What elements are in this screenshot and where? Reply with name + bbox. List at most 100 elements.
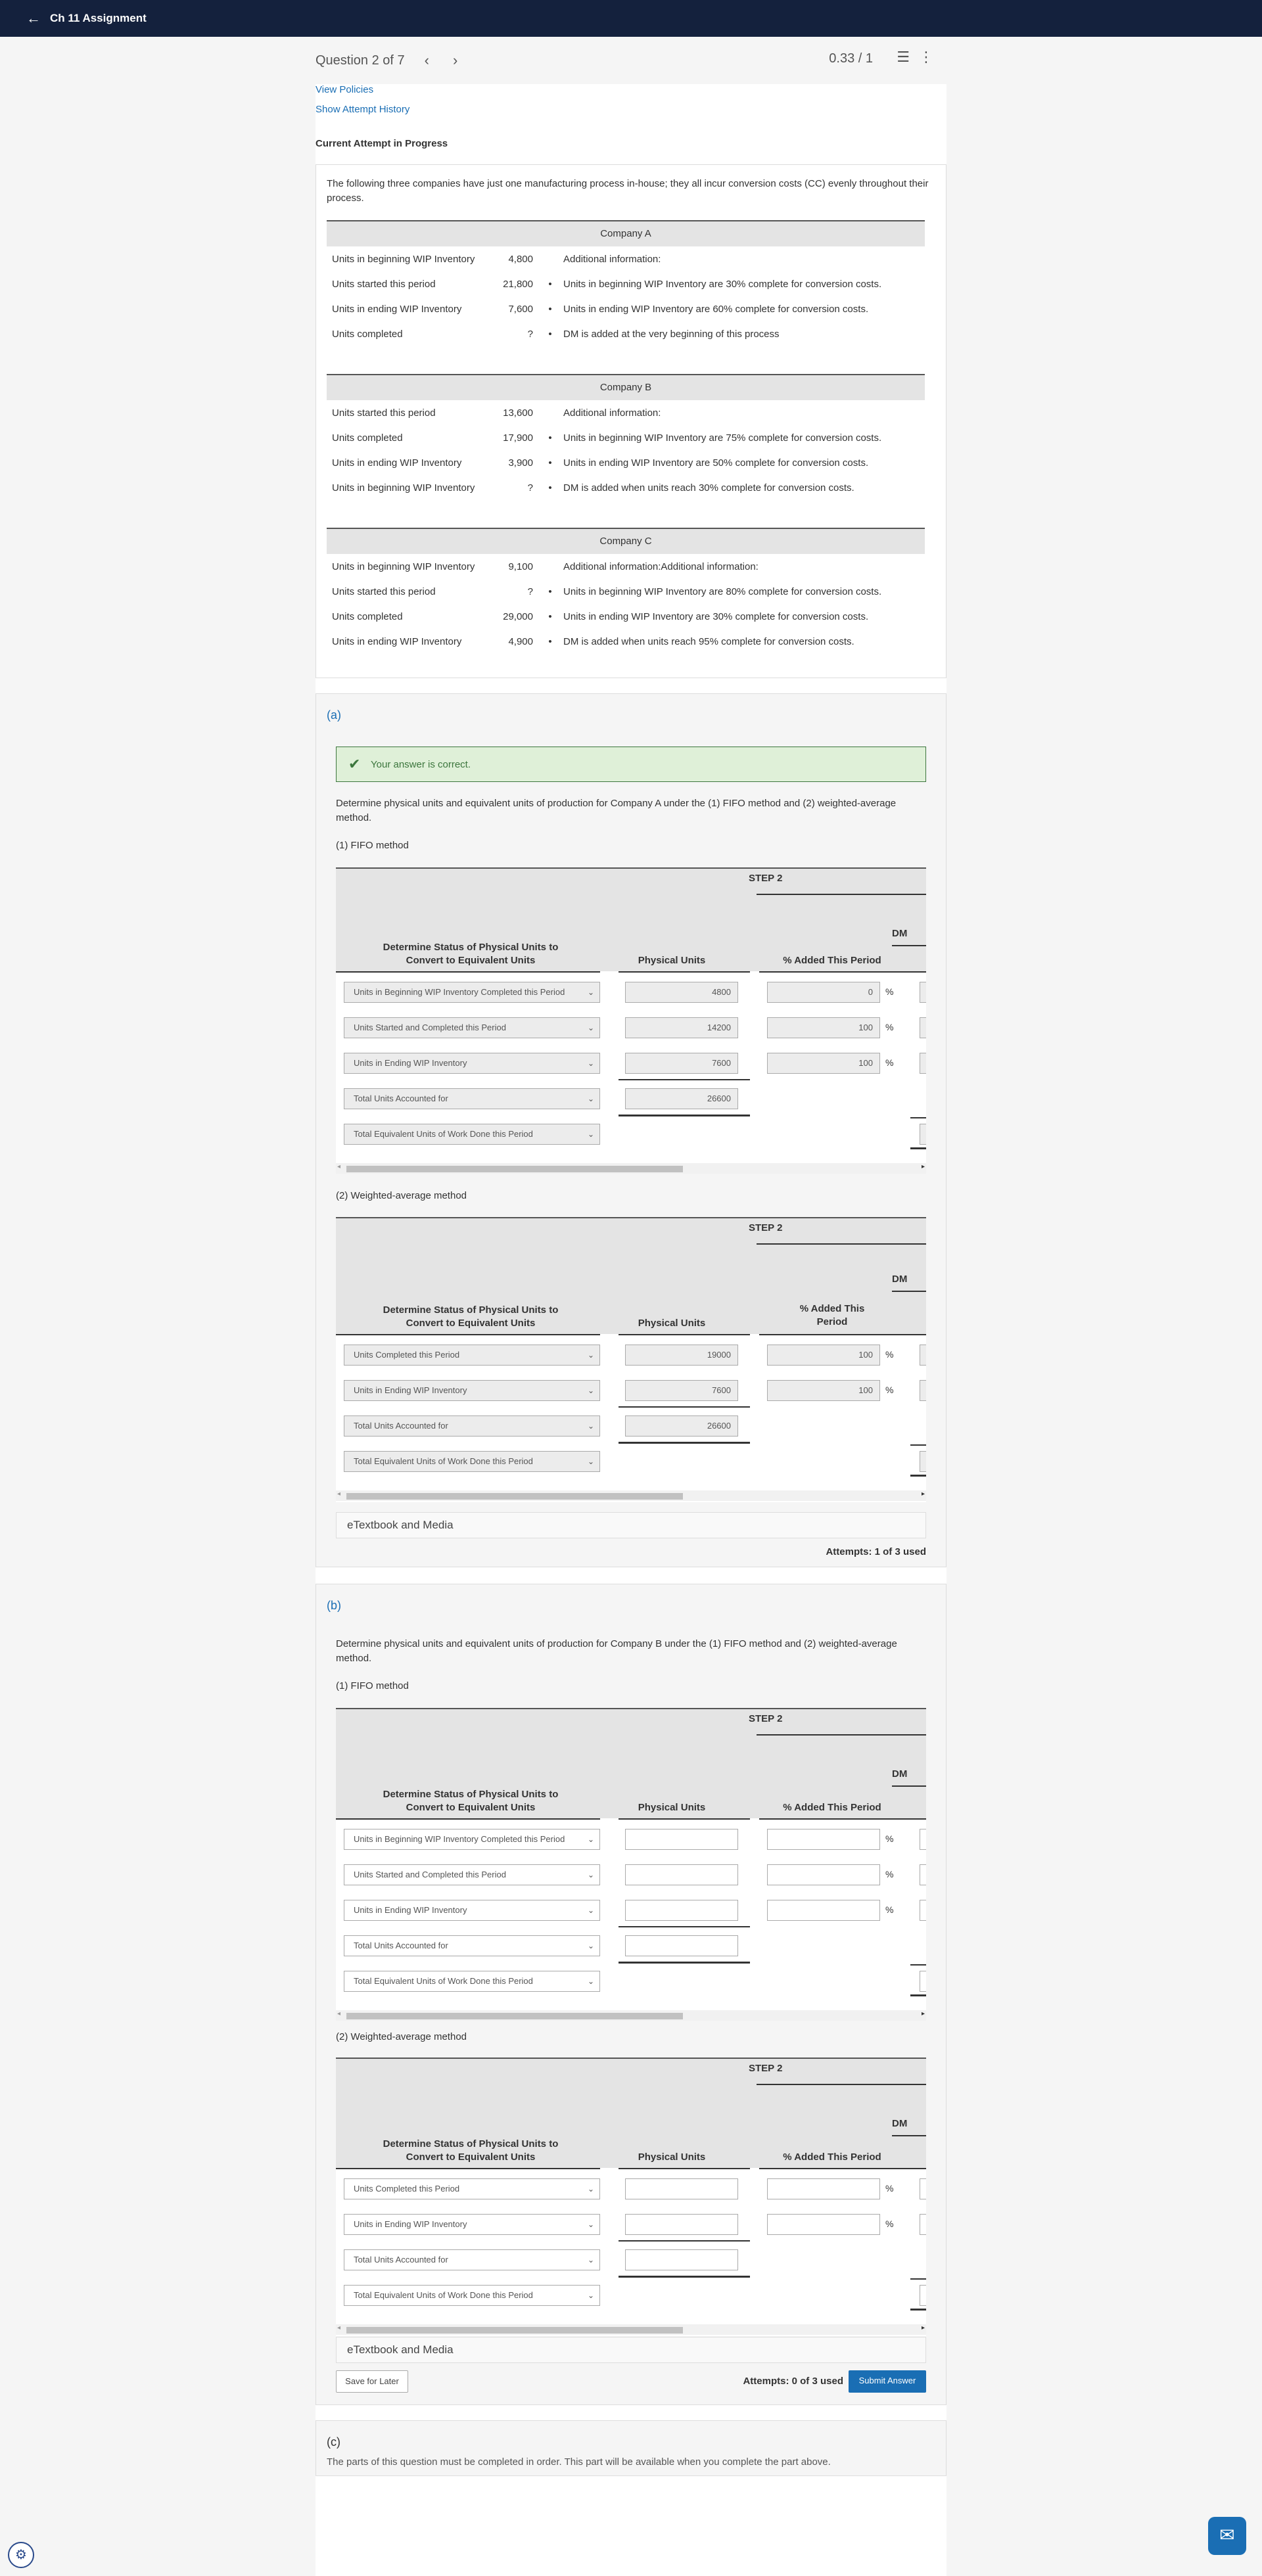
physical-units-input[interactable]: 26600: [625, 1088, 738, 1109]
pct-added-input[interactable]: [767, 1900, 880, 1921]
pct-added-input[interactable]: 0: [767, 982, 880, 1003]
status-select[interactable]: Units in Beginning WIP Inventory Complet…: [344, 982, 600, 1003]
scroll-left-icon[interactable]: ◂: [337, 2324, 340, 2332]
status-select[interactable]: Units in Ending WIP Inventory ⌄: [344, 2214, 600, 2235]
dm-eu-input[interactable]: [920, 1380, 926, 1401]
more-vertical-icon[interactable]: ⋮: [919, 49, 933, 66]
physical-units-input[interactable]: 4800: [625, 982, 738, 1003]
dm-total-eu-input[interactable]: [920, 2285, 926, 2306]
status-select[interactable]: Units Completed this Period ⌄: [344, 1345, 600, 1366]
select-value: Units Completed this Period: [354, 1350, 460, 1360]
status-select[interactable]: Units in Ending WIP Inventory ⌄: [344, 1900, 600, 1921]
physical-units-input[interactable]: [625, 1935, 738, 1956]
scroll-left-icon[interactable]: ◂: [337, 1163, 340, 1170]
arrow-left-icon[interactable]: ←: [26, 10, 41, 27]
physical-units-input[interactable]: 26600: [625, 1415, 738, 1437]
select-value: Total Units Accounted for: [354, 1421, 448, 1431]
row-label: Units in ending WIP Inventory: [332, 457, 462, 469]
dm-eu-input[interactable]: [920, 1017, 926, 1038]
view-policies-link[interactable]: View Policies: [316, 84, 373, 95]
physical-units-input[interactable]: [625, 1864, 738, 1885]
row-info: DM is added when units reach 95% complet…: [563, 635, 854, 647]
physical-units-input[interactable]: [625, 2249, 738, 2270]
dm-eu-input[interactable]: [920, 1345, 926, 1366]
status-select[interactable]: Total Equivalent Units of Work Done this…: [344, 1451, 600, 1472]
chat-icon[interactable]: ✉: [1208, 2517, 1246, 2555]
pct-added-input[interactable]: [767, 2178, 880, 2199]
dm-eu-input[interactable]: [920, 2214, 926, 2235]
scrollbar-thumb[interactable]: [346, 1166, 683, 1172]
status-column-header: Determine Status of Physical Units to Co…: [383, 1304, 559, 1329]
physical-units-input[interactable]: 7600: [625, 1053, 738, 1074]
assignment-title[interactable]: Ch 11 Assignment: [50, 12, 147, 25]
scroll-right-icon[interactable]: ▸: [922, 2324, 925, 2332]
dm-eu-input[interactable]: [920, 2178, 926, 2199]
submit-answer-button[interactable]: Submit Answer: [849, 2370, 926, 2393]
status-select[interactable]: Units Started and Completed this Period ⌄: [344, 1864, 600, 1885]
header-underline: [619, 1334, 750, 1335]
chevron-left-icon[interactable]: ‹: [425, 52, 429, 69]
attempts-count: Attempts: 1 of 3 used: [826, 1546, 926, 1557]
scrollbar-thumb[interactable]: [346, 2327, 683, 2334]
physical-units-input[interactable]: [625, 1829, 738, 1850]
scrollbar-thumb[interactable]: [346, 1493, 683, 1500]
save-for-later-button[interactable]: Save for Later: [336, 2370, 408, 2393]
dm-eu-input[interactable]: [920, 1053, 926, 1074]
pct-added-input[interactable]: 100: [767, 1017, 880, 1038]
scroll-right-icon[interactable]: ▸: [922, 1163, 925, 1170]
physical-units-input[interactable]: [625, 2178, 738, 2199]
chevron-down-icon: ⌄: [587, 1457, 594, 1466]
status-select[interactable]: Total Equivalent Units of Work Done this…: [344, 2285, 600, 2306]
status-select[interactable]: Units Completed this Period ⌄: [344, 2178, 600, 2199]
total-eu-overline: [910, 1964, 926, 1966]
dm-eu-input[interactable]: [920, 1864, 926, 1885]
chevron-right-icon[interactable]: ›: [453, 52, 457, 69]
pct-added-input[interactable]: 100: [767, 1380, 880, 1401]
dm-total-eu-input[interactable]: [920, 1124, 926, 1145]
pct-added-input[interactable]: [767, 2214, 880, 2235]
dm-eu-input[interactable]: [920, 1829, 926, 1850]
scroll-right-icon[interactable]: ▸: [922, 1490, 925, 1498]
status-select[interactable]: Total Units Accounted for ⌄: [344, 1088, 600, 1109]
physical-units-input[interactable]: 7600: [625, 1380, 738, 1401]
physical-units-input[interactable]: 14200: [625, 1017, 738, 1038]
status-select[interactable]: Units Started and Completed this Period ⌄: [344, 1017, 600, 1038]
row-label: Units started this period: [332, 278, 436, 290]
pct-added-input[interactable]: [767, 1829, 880, 1850]
scroll-right-icon[interactable]: ▸: [922, 2010, 925, 2017]
etextbook-link[interactable]: eTextbook and Media: [336, 2337, 926, 2363]
horizontal-scrollbar[interactable]: ◂ ▸: [336, 1163, 926, 1174]
physical-units-input[interactable]: [625, 1900, 738, 1921]
horizontal-scrollbar[interactable]: ◂ ▸: [336, 2010, 926, 2021]
scroll-left-icon[interactable]: ◂: [337, 1490, 340, 1498]
check-icon: ✔: [348, 756, 361, 772]
total-eu-underline: [910, 1994, 926, 1996]
dm-eu-input[interactable]: [920, 1900, 926, 1921]
cookie-settings-icon[interactable]: ⚙: [8, 2542, 34, 2568]
status-select[interactable]: Units in Ending WIP Inventory ⌄: [344, 1380, 600, 1401]
physical-units-input[interactable]: [625, 2214, 738, 2235]
status-select[interactable]: Units in Ending WIP Inventory ⌄: [344, 1053, 600, 1074]
list-icon[interactable]: ☰: [897, 49, 910, 66]
status-select[interactable]: Total Units Accounted for ⌄: [344, 2249, 600, 2270]
dm-total-eu-input[interactable]: [920, 1451, 926, 1472]
dm-eu-input[interactable]: [920, 982, 926, 1003]
pct-added-input[interactable]: 100: [767, 1053, 880, 1074]
scrollbar-thumb[interactable]: [346, 2013, 683, 2019]
dm-total-eu-input[interactable]: [920, 1971, 926, 1992]
scroll-left-icon[interactable]: ◂: [337, 2010, 340, 2017]
horizontal-scrollbar[interactable]: ◂ ▸: [336, 2324, 926, 2335]
header-underline: [759, 1334, 926, 1335]
physical-units-input[interactable]: 19000: [625, 1345, 738, 1366]
worksheet-header: STEP 2 DM Determine Status of Physical Uni…: [336, 1708, 926, 1818]
show-attempt-history-link[interactable]: Show Attempt History: [316, 104, 409, 115]
etextbook-link[interactable]: eTextbook and Media: [336, 1512, 926, 1538]
pct-added-input[interactable]: [767, 1864, 880, 1885]
status-select[interactable]: Total Units Accounted for ⌄: [344, 1935, 600, 1956]
status-select[interactable]: Total Equivalent Units of Work Done this…: [344, 1971, 600, 1992]
pct-added-input[interactable]: 100: [767, 1345, 880, 1366]
status-select[interactable]: Total Equivalent Units of Work Done this…: [344, 1124, 600, 1145]
horizontal-scrollbar[interactable]: ◂ ▸: [336, 1490, 926, 1501]
status-select[interactable]: Units in Beginning WIP Inventory Complet…: [344, 1829, 600, 1850]
status-select[interactable]: Total Units Accounted for ⌄: [344, 1415, 600, 1437]
